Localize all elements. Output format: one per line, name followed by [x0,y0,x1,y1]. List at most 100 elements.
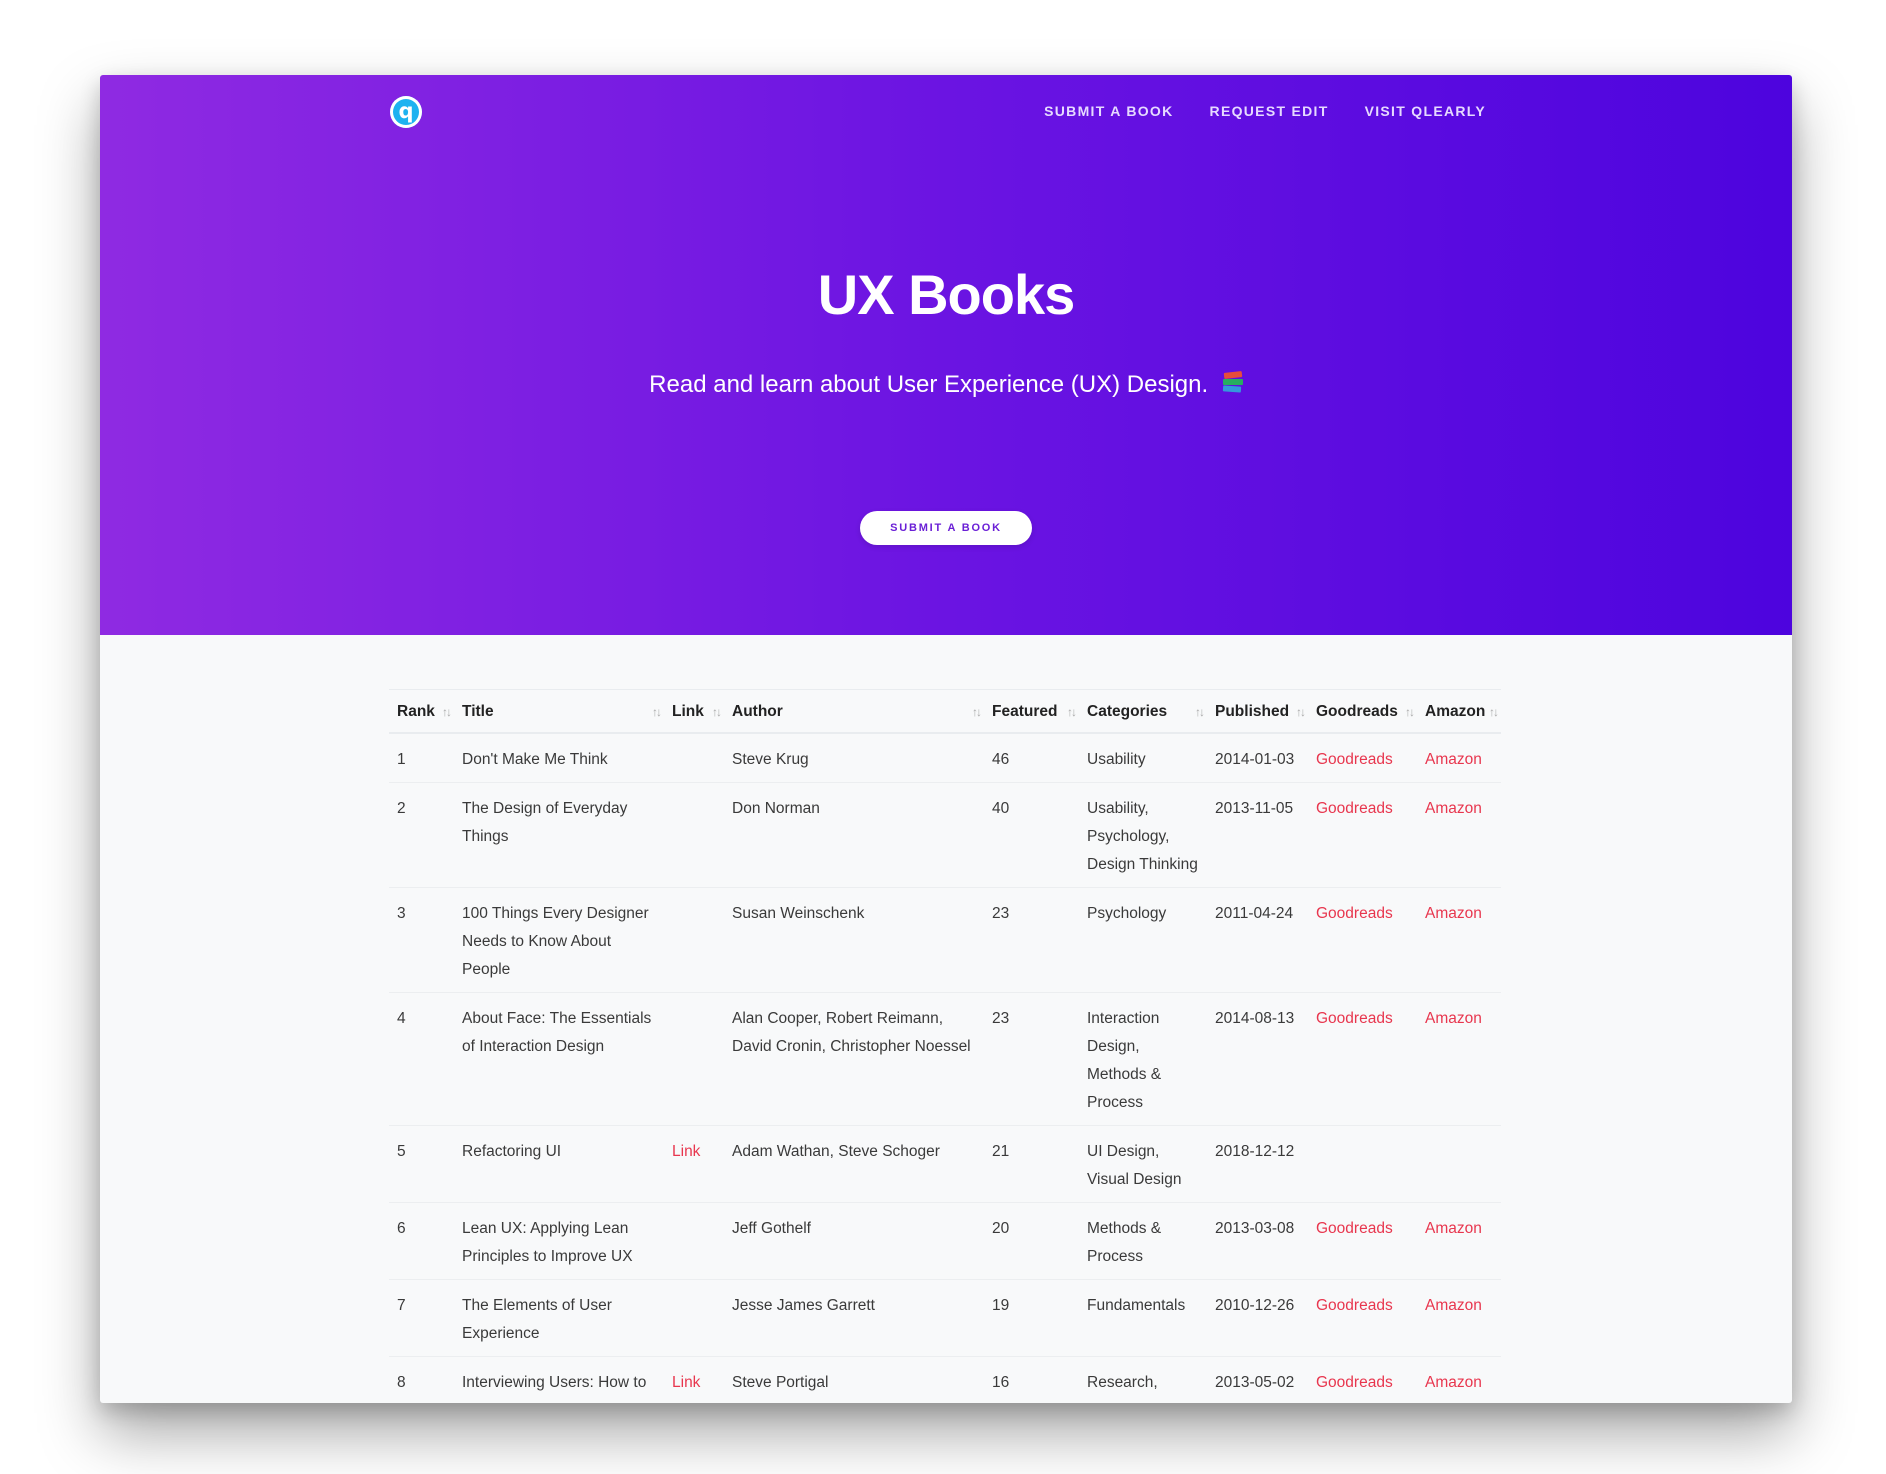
col-header-published[interactable]: Published ↑↓ [1207,689,1308,734]
submit-book-button[interactable]: SUBMIT A BOOK [860,511,1032,545]
nav-request-edit[interactable]: REQUEST EDIT [1210,99,1329,123]
cell-goodreads: Goodreads [1308,782,1417,888]
books-table-container: Rank ↑↓ Title ↑↓ Link ↑↓ Author ↑↓ Featured ↑… [389,689,1501,1403]
col-header-label: Published [1215,703,1290,720]
sort-icon: ↑↓ [652,705,662,719]
cell-featured: 23 [984,887,1079,993]
cell-amazon [1417,1125,1501,1203]
cell-categories: UI Design, Visual Design [1079,1125,1207,1203]
goodreads-link[interactable]: Goodreads [1316,1220,1393,1237]
col-header-label: Rank [397,703,435,720]
cell-rank: 6 [389,1202,454,1280]
cell-author: Jesse James Garrett [724,1279,984,1357]
cell-rank: 4 [389,992,454,1126]
col-header-amazon[interactable]: Amazon ↑↓ [1417,689,1501,734]
col-header-label: Featured [992,703,1058,720]
amazon-link[interactable]: Amazon [1425,905,1482,922]
cell-author: Jeff Gothelf [724,1202,984,1280]
cell-goodreads: Goodreads [1308,1356,1417,1403]
cell-title: 100 Things Every Designer Needs to Know … [454,887,664,993]
amazon-link[interactable]: Amazon [1425,1374,1482,1391]
cell-featured: 21 [984,1125,1079,1203]
sort-icon: ↑↓ [1405,705,1415,719]
table-header-row: Rank ↑↓ Title ↑↓ Link ↑↓ Author ↑↓ Featured ↑… [389,689,1501,734]
books-icon [1222,371,1243,394]
col-header-goodreads[interactable]: Goodreads ↑↓ [1308,689,1417,734]
cell-title: Lean UX: Applying Lean Principles to Imp… [454,1202,664,1280]
cell-author: Susan Weinschenk [724,887,984,993]
goodreads-link[interactable]: Goodreads [1316,1297,1393,1314]
sort-icon: ↑↓ [1296,705,1306,719]
table-row: 3 100 Things Every Designer Needs to Kno… [389,887,1501,993]
cell-author: Adam Wathan, Steve Schoger [724,1125,984,1203]
table-row: 5 Refactoring UI Link Adam Wathan, Steve… [389,1125,1501,1203]
goodreads-link[interactable]: Goodreads [1316,751,1393,768]
col-header-label: Goodreads [1316,703,1398,720]
cell-title: Don't Make Me Think [454,733,664,783]
cell-amazon: Amazon [1417,733,1501,783]
cell-link: Link [664,1125,724,1203]
nav-submit-book[interactable]: SUBMIT A BOOK [1044,99,1173,123]
amazon-link[interactable]: Amazon [1425,751,1482,768]
page-subtitle: Read and learn about User Experience (UX… [100,371,1792,399]
col-header-author[interactable]: Author ↑↓ [724,689,984,734]
goodreads-link[interactable]: Goodreads [1316,1374,1393,1391]
amazon-link[interactable]: Amazon [1425,800,1482,817]
cell-link [664,1279,724,1357]
cell-rank: 5 [389,1125,454,1203]
cell-rank: 1 [389,733,454,783]
cell-published: 2014-01-03 [1207,733,1308,783]
cell-categories: Psychology [1079,887,1207,993]
cell-featured: 23 [984,992,1079,1126]
cell-featured: 16 [984,1356,1079,1403]
table-row: 7 The Elements of User Experience Jesse … [389,1279,1501,1357]
col-header-link[interactable]: Link ↑↓ [664,689,724,734]
hero-section: q SUBMIT A BOOK REQUEST EDIT VISIT QLEAR… [100,75,1792,635]
book-link[interactable]: Link [672,1143,700,1160]
goodreads-link[interactable]: Goodreads [1316,800,1393,817]
amazon-link[interactable]: Amazon [1425,1220,1482,1237]
cell-amazon: Amazon [1417,992,1501,1126]
cell-published: 2013-05-02 [1207,1356,1308,1403]
cell-goodreads: Goodreads [1308,887,1417,993]
cell-title: The Elements of User Experience [454,1279,664,1357]
cell-published: 2014-08-13 [1207,992,1308,1126]
col-header-categories[interactable]: Categories ↑↓ [1079,689,1207,734]
goodreads-link[interactable]: Goodreads [1316,905,1393,922]
col-header-label: Categories [1087,703,1168,720]
col-header-rank[interactable]: Rank ↑↓ [389,689,454,734]
amazon-link[interactable]: Amazon [1425,1010,1482,1027]
col-header-label: Link [672,703,704,720]
cell-published: 2011-04-24 [1207,887,1308,993]
table-row: 2 The Design of Everyday Things Don Norm… [389,782,1501,888]
cell-goodreads: Goodreads [1308,992,1417,1126]
nav-visit-qlearly[interactable]: VISIT QLEARLY [1365,99,1486,123]
cell-rank: 8 [389,1356,454,1403]
table-row: 4 About Face: The Essentials of Interact… [389,992,1501,1126]
subtitle-text: Read and learn about User Experience (UX… [649,371,1209,398]
col-header-label: Amazon [1425,703,1486,720]
cell-goodreads [1308,1125,1417,1203]
cell-goodreads: Goodreads [1308,733,1417,783]
qlearly-logo[interactable]: q [390,96,422,128]
cell-amazon: Amazon [1417,1356,1501,1403]
col-header-title[interactable]: Title ↑↓ [454,689,664,734]
cell-categories: Usability [1079,733,1207,783]
cell-categories: Interaction Design, Methods & Process [1079,992,1207,1126]
cell-link [664,733,724,783]
col-header-featured[interactable]: Featured ↑↓ [984,689,1079,734]
cell-title: About Face: The Essentials of Interactio… [454,992,664,1126]
amazon-link[interactable]: Amazon [1425,1297,1482,1314]
goodreads-link[interactable]: Goodreads [1316,1010,1393,1027]
cell-rank: 2 [389,782,454,888]
col-header-label: Author [732,703,783,720]
cell-author: Steve Krug [724,733,984,783]
table-row: 6 Lean UX: Applying Lean Principles to I… [389,1202,1501,1280]
sort-icon: ↑↓ [442,705,452,719]
cell-published: 2013-03-08 [1207,1202,1308,1280]
book-link[interactable]: Link [672,1374,700,1391]
cell-published: 2018-12-12 [1207,1125,1308,1203]
cell-amazon: Amazon [1417,887,1501,993]
logo-letter: q [398,98,414,123]
sort-icon: ↑↓ [1195,705,1205,719]
